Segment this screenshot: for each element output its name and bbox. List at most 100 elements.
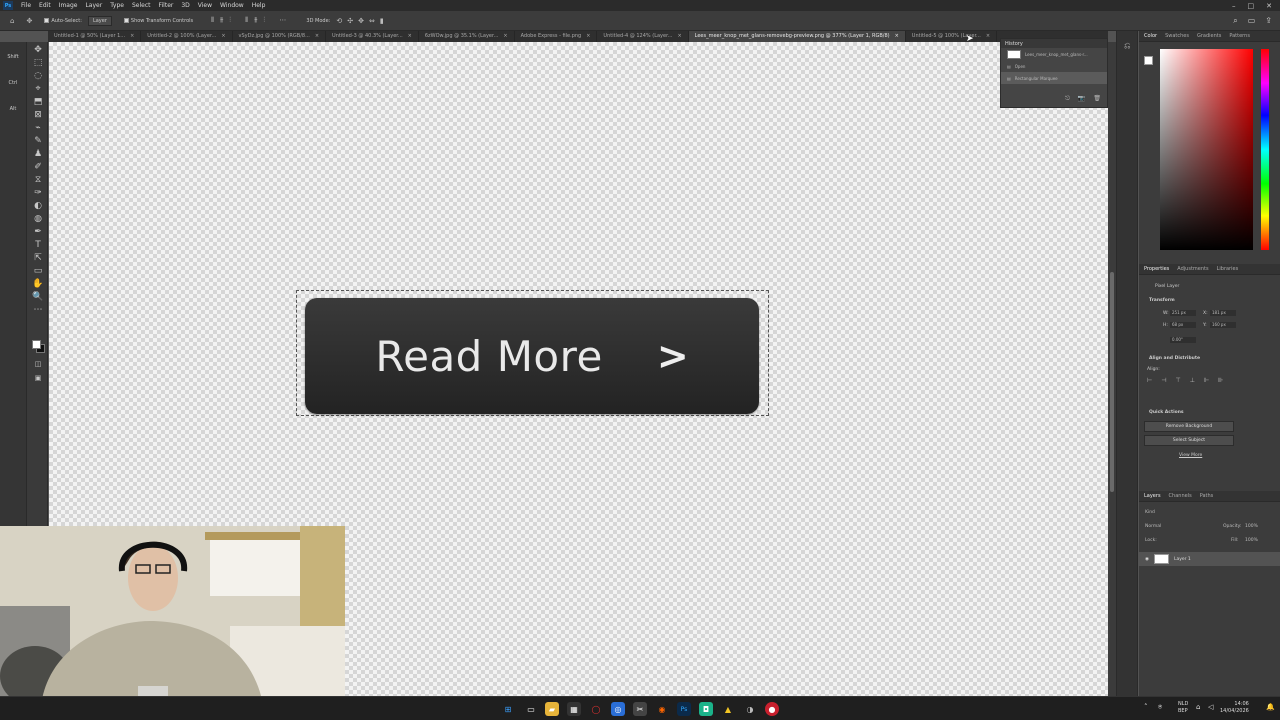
auto-select-checkbox[interactable]	[44, 18, 50, 23]
doc-tab[interactable]: Untitled-3 @ 40.3% (Layer... ×	[326, 31, 419, 42]
close-button[interactable]: ✕	[1266, 2, 1272, 10]
menu-3d[interactable]: 3D	[177, 2, 193, 9]
align-top-icon[interactable]: ⊥	[1190, 377, 1195, 384]
align-right-icon[interactable]: ⊤	[1175, 377, 1180, 384]
marquee-tool-icon[interactable]: ⬚	[31, 57, 45, 69]
auto-select-option[interactable]: Auto-Select:	[44, 18, 82, 24]
tab-close-icon[interactable]: ×	[895, 33, 899, 40]
crop-tool-icon[interactable]: ⬒	[31, 96, 45, 108]
file-explorer-icon[interactable]: ▰	[545, 702, 559, 716]
path-select-tool-icon[interactable]: ⇱	[31, 252, 45, 264]
home-icon[interactable]: ⌂	[10, 17, 14, 25]
snapshot-camera-icon[interactable]: 📷	[1078, 95, 1085, 103]
x-field[interactable]: 181 px	[1210, 310, 1236, 316]
scrollbar-thumb[interactable]	[1110, 272, 1114, 492]
task-view-icon[interactable]: ▭	[524, 702, 538, 716]
tab-close-icon[interactable]: ×	[130, 33, 134, 40]
type-tool-icon[interactable]: T	[31, 239, 45, 251]
trash-icon[interactable]: 🗑	[1093, 95, 1101, 103]
foreground-color-swatch[interactable]	[32, 340, 41, 349]
notification-icon[interactable]: 🔔	[1266, 703, 1275, 713]
history-snapshot[interactable]: Lees_meer_knop_met_glans-r...	[1001, 48, 1107, 60]
menu-image[interactable]: Image	[55, 2, 82, 9]
transform-controls-option[interactable]: Show Transform Controls	[123, 18, 193, 24]
new-document-from-state-icon[interactable]: ⎋	[1065, 95, 1070, 103]
3d-mode-icons[interactable]: ⟲✣✥⇔▮	[336, 17, 388, 25]
screen-mode-icon[interactable]: ▣	[31, 372, 45, 384]
hue-slider[interactable]	[1261, 49, 1269, 250]
width-field[interactable]: 251 px	[1170, 310, 1196, 316]
network-icon[interactable]: ⌂	[1196, 703, 1200, 713]
fill-field[interactable]: 100%	[1245, 538, 1258, 543]
minimize-button[interactable]: –	[1232, 2, 1236, 10]
tab-close-icon[interactable]: ×	[986, 33, 990, 40]
move-tool-icon[interactable]: ✥	[31, 44, 45, 56]
menu-filter[interactable]: Filter	[155, 2, 178, 9]
menu-file[interactable]: File	[17, 2, 35, 9]
quick-mask-icon[interactable]: ◫	[31, 358, 45, 370]
workspace-icon[interactable]: ▭	[1248, 16, 1256, 26]
pen-tool-icon[interactable]: ✒	[31, 226, 45, 238]
doc-tab[interactable]: Untitled-1 @ 50% (Layer 1... ×	[48, 31, 142, 42]
tab-paths[interactable]: Paths	[1200, 493, 1214, 499]
transform-controls-checkbox[interactable]	[123, 18, 129, 23]
doc-tab[interactable]: Untitled-2 @ 100% (Layer... ×	[141, 31, 233, 42]
angle-field[interactable]: 0.00°	[1170, 337, 1196, 343]
firefox-icon[interactable]: ◉	[655, 702, 669, 716]
select-subject-button[interactable]: Select Subject	[1144, 435, 1234, 446]
opacity-field[interactable]: 100%	[1245, 524, 1258, 529]
tab-gradients[interactable]: Gradients	[1197, 33, 1221, 39]
edge-icon[interactable]: ◎	[611, 702, 625, 716]
tab-libraries[interactable]: Libraries	[1217, 266, 1239, 272]
history-brush-tool-icon[interactable]: ⧖	[31, 174, 45, 186]
auto-select-dropdown[interactable]: Layer	[87, 15, 112, 26]
folder-app-icon[interactable]: ▲	[721, 702, 735, 716]
photoshop-taskbar-icon[interactable]: Ps	[677, 702, 691, 716]
color-panel-foreground-swatch[interactable]	[1144, 56, 1153, 65]
tray-chevron-icon[interactable]: ˄	[1144, 703, 1148, 713]
doc-tab[interactable]: Untitled-5 @ 100% (Layer... ×	[906, 31, 998, 42]
tab-close-icon[interactable]: ×	[408, 33, 412, 40]
layer-filter-kind[interactable]: Kind	[1145, 510, 1155, 515]
tab-adjustments[interactable]: Adjustments	[1177, 266, 1208, 272]
brush-tool-icon[interactable]: ✐	[31, 161, 45, 173]
doc-tab-active[interactable]: Lees_meer_knop_met_glans-removebg-previe…	[688, 31, 906, 42]
tab-channels[interactable]: Channels	[1169, 493, 1192, 499]
doc-tab[interactable]: 6zWOw.jpg @ 35.1% (Layer... ×	[419, 31, 515, 42]
tab-close-icon[interactable]: ×	[315, 33, 319, 40]
view-more-link[interactable]: View More	[1179, 453, 1202, 458]
align-middle-icon[interactable]: ⊩	[1204, 377, 1209, 384]
tab-close-icon[interactable]: ×	[503, 33, 507, 40]
language-indicator[interactable]: NLD BEP	[1178, 701, 1188, 715]
tab-layers[interactable]: Layers	[1144, 493, 1161, 499]
doc-tab[interactable]: Untitled-4 @ 124% (Layer... ×	[597, 31, 689, 42]
menu-edit[interactable]: Edit	[35, 2, 55, 9]
tab-properties[interactable]: Properties	[1144, 266, 1169, 272]
frame-tool-icon[interactable]: ⊠	[31, 109, 45, 121]
maximize-button[interactable]: □	[1248, 2, 1255, 10]
color-picker-field[interactable]	[1160, 49, 1253, 250]
align-buttons[interactable]: ⊢ ⊣ ⊤ ⊥ ⊩ ⊪	[1147, 377, 1223, 384]
eyedropper-tool-icon[interactable]: ⌁	[31, 122, 45, 134]
eye-icon[interactable]: ◉	[1145, 557, 1149, 562]
menu-window[interactable]: Window	[216, 2, 248, 9]
doc-tab[interactable]: Adobe Express - file.png ×	[515, 31, 598, 42]
menu-view[interactable]: View	[194, 2, 216, 9]
search-icon[interactable]: ⌕	[1233, 16, 1237, 26]
tab-close-icon[interactable]: ×	[586, 33, 590, 40]
tab-patterns[interactable]: Patterns	[1229, 33, 1250, 39]
obs-icon[interactable]: ◑	[743, 702, 757, 716]
capture-app-icon[interactable]: ✂	[633, 702, 647, 716]
menu-select[interactable]: Select	[128, 2, 155, 9]
rectangle-tool-icon[interactable]: ▭	[31, 265, 45, 277]
volume-icon[interactable]: ◁	[1208, 703, 1213, 713]
history-item-open[interactable]: ▤ Open	[1001, 60, 1107, 72]
layer-row[interactable]: ◉ Layer 1	[1139, 552, 1280, 566]
doc-tab[interactable]: vSyDz.jpg @ 100% (RGB/8... ×	[233, 31, 327, 42]
tab-close-icon[interactable]: ×	[221, 33, 225, 40]
align-left-icon[interactable]: ⊢	[1147, 377, 1152, 384]
lasso-tool-icon[interactable]: ◌	[31, 70, 45, 82]
history-item-marquee[interactable]: ▤ Rectangular Marquee	[1001, 72, 1107, 84]
align-center-icon[interactable]: ⊣	[1161, 377, 1166, 384]
align-icons[interactable]: ⫴⫵⫶ ⫴⫵⫶ ⋯	[211, 16, 292, 25]
